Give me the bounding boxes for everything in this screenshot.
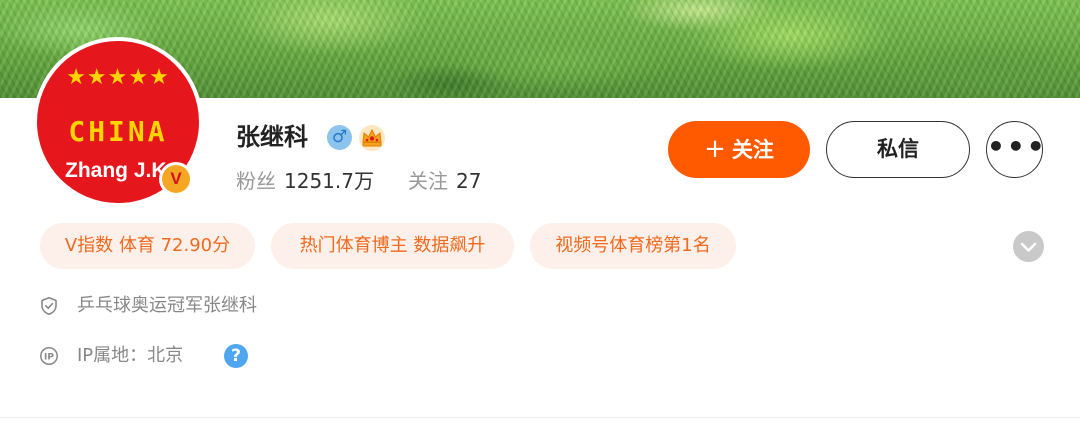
more-button[interactable]: •••: [986, 121, 1047, 178]
avatar-stars: ★★★★★: [66, 65, 170, 90]
verified-badge-label: V: [162, 165, 190, 193]
followers-label: 粉丝: [236, 169, 276, 193]
following-count: 27: [455, 169, 482, 193]
verified-badge-icon: V: [159, 162, 193, 196]
profile-stats: 粉丝 1251.7万 关注 27: [236, 167, 481, 195]
avatar-text-name: Zhang J.K: [65, 159, 167, 182]
profile-name: 张继科: [236, 123, 308, 151]
svg-text:IP: IP: [44, 353, 54, 363]
more-dots-icon: •••: [987, 130, 1047, 163]
tag-hot-sports-blogger[interactable]: 热门体育博主 数据飙升: [271, 223, 514, 269]
follow-button-label: 关注: [731, 138, 774, 162]
plus-icon: +: [704, 134, 726, 164]
followers-stat[interactable]: 粉丝 1251.7万: [236, 169, 374, 193]
follow-button[interactable]: + 关注: [668, 121, 810, 178]
help-icon[interactable]: ?: [224, 344, 248, 368]
ip-location-text: IP属地：北京: [77, 345, 184, 366]
following-stat[interactable]: 关注 27: [408, 169, 481, 193]
message-button[interactable]: 私信: [826, 121, 970, 178]
divider: [0, 417, 1080, 418]
following-label: 关注: [407, 169, 448, 193]
crown-icon[interactable]: [358, 124, 386, 152]
verification-text: 乒乓球奥运冠军张继科: [77, 295, 257, 316]
followers-count: 1251.7万: [284, 169, 374, 193]
chevron-down-icon: [1020, 242, 1037, 252]
avatar-text-china: CHINA: [68, 115, 168, 148]
expand-tags-button[interactable]: [1013, 231, 1044, 262]
ip-icon: IP: [39, 346, 59, 366]
tag-v-index[interactable]: V指数 体育 72.90分: [40, 223, 255, 269]
tag-video-ranking[interactable]: 视频号体育榜第1名: [530, 223, 736, 269]
shield-icon: [39, 296, 59, 316]
male-icon: ♂: [327, 125, 352, 150]
